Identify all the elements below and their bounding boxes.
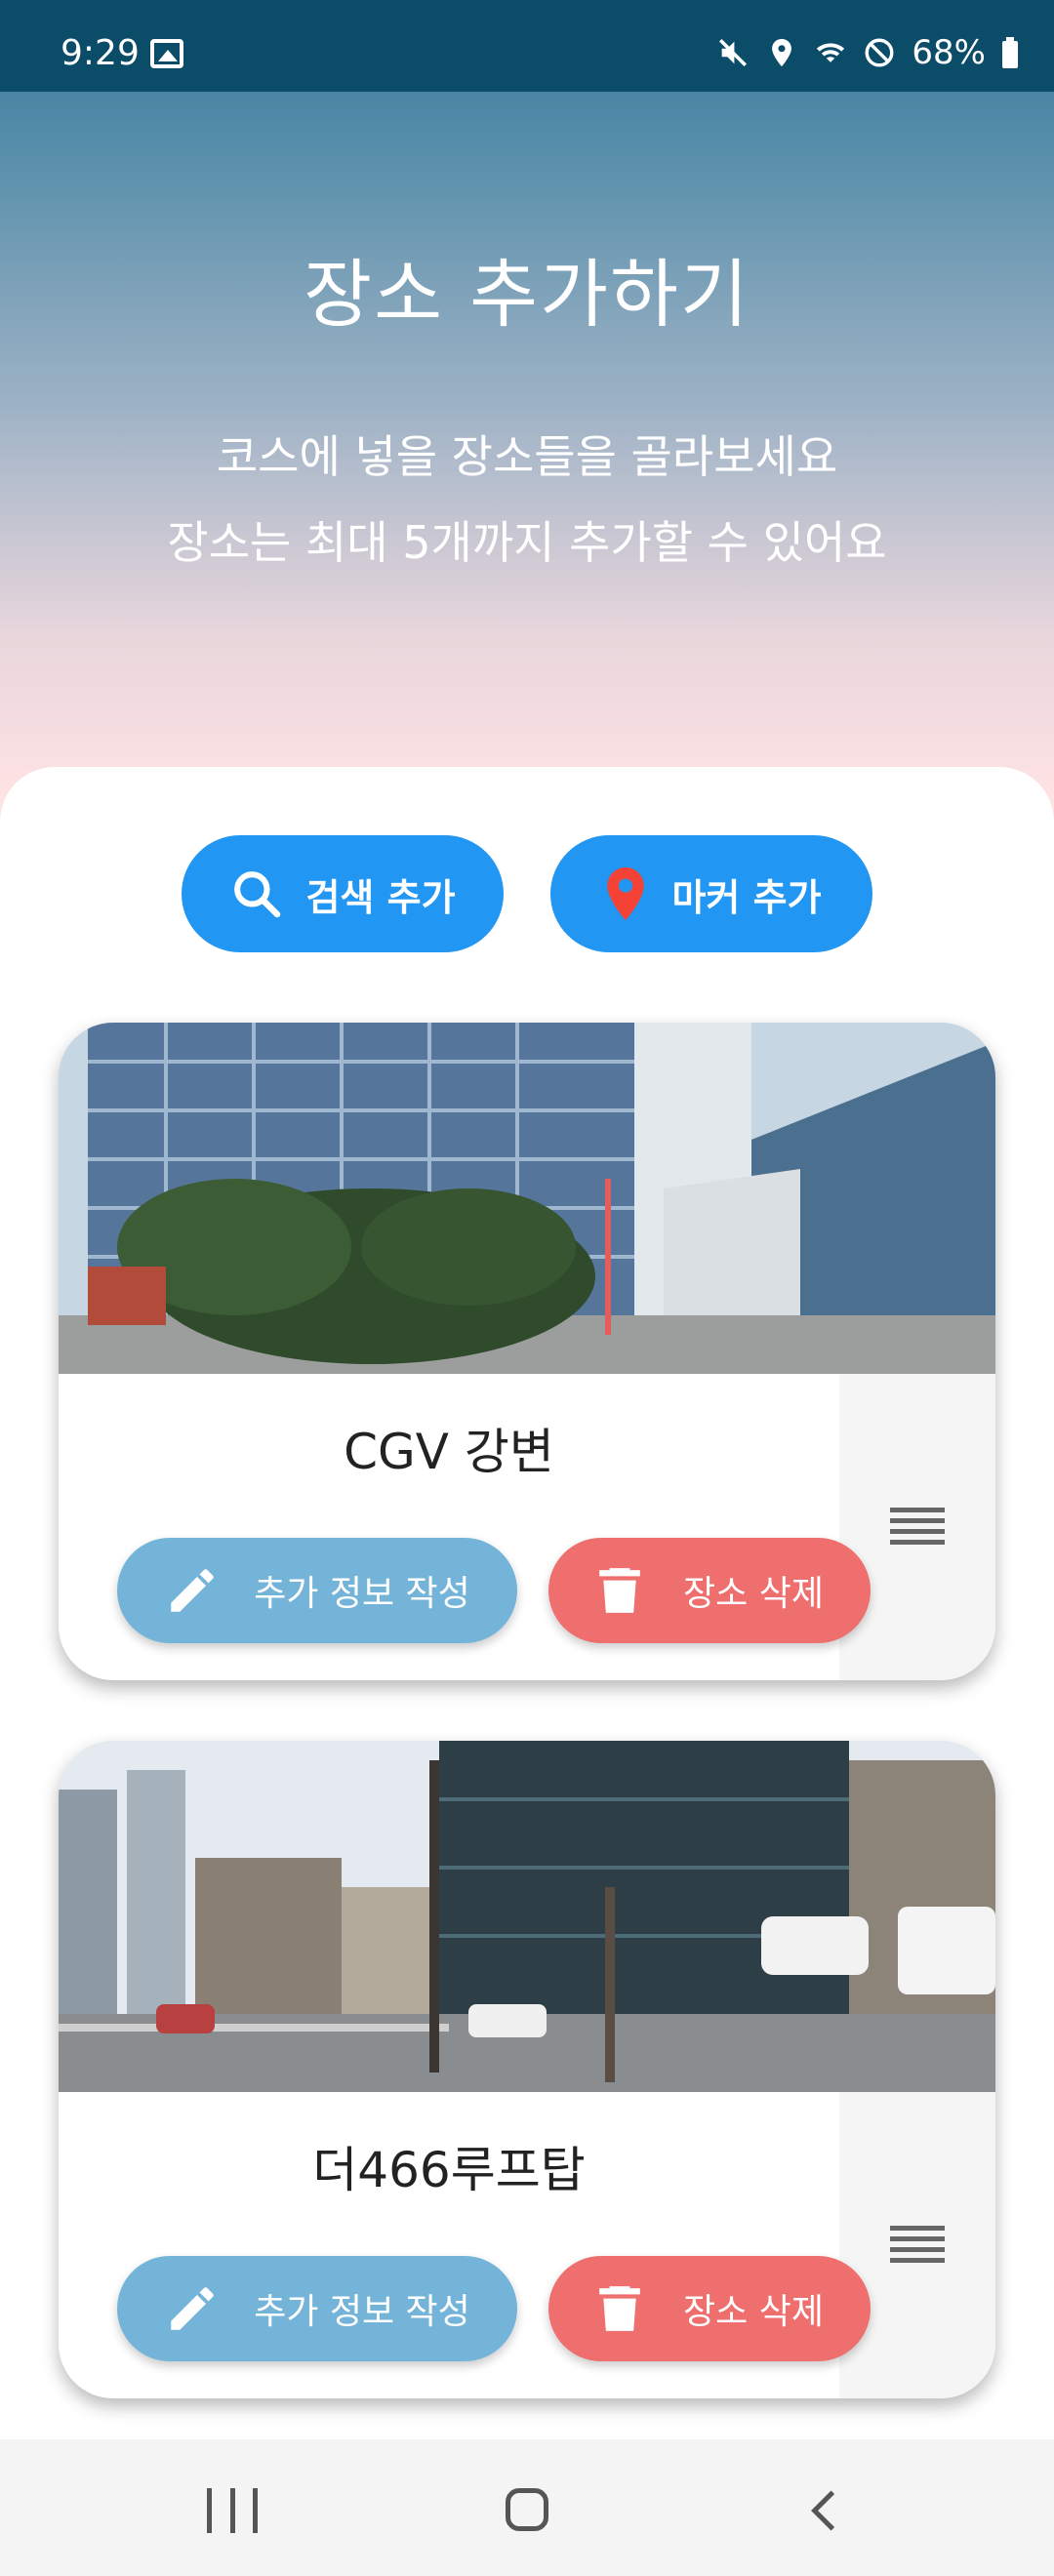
home-icon[interactable]: [506, 2488, 548, 2531]
location-icon: [772, 38, 792, 67]
status-time: 9:29: [61, 33, 140, 73]
drag-handle[interactable]: [839, 2092, 995, 2398]
delete-place-button[interactable]: 장소 삭제: [548, 1538, 871, 1643]
pencil-icon: [171, 1569, 214, 1612]
trash-icon: [599, 2286, 640, 2331]
drag-handle-icon: [890, 1508, 945, 1545]
place-card[interactable]: 더466루프탑 추가 정보 작성 장소 삭제: [59, 1741, 995, 2398]
place-name: CGV 강변: [344, 1424, 554, 1480]
battery-percent: 68%: [912, 33, 986, 72]
status-bar: 9:29 68%: [0, 0, 1054, 92]
place-card[interactable]: CGV 강변 추가 정보 작성 장소 삭제: [59, 1023, 995, 1680]
page-subtitle-line2: 장소는 최대 5개까지 추가할 수 있어요: [167, 516, 887, 569]
search-add-button[interactable]: 검색 추가: [182, 835, 504, 952]
gallery-notification-icon: [150, 39, 183, 68]
marker-add-button[interactable]: 마커 추가: [550, 835, 872, 952]
delete-place-label: 장소 삭제: [683, 2292, 824, 2332]
search-add-label: 검색 추가: [305, 875, 456, 919]
mute-icon: [719, 38, 748, 67]
add-info-label: 추가 정보 작성: [254, 2292, 470, 2332]
wifi-icon: [817, 43, 845, 62]
pencil-icon: [171, 2287, 214, 2330]
page-subtitle-line1: 코스에 넣을 장소들을 골라보세요: [216, 430, 838, 483]
drag-handle-icon: [890, 2226, 945, 2263]
delete-place-button[interactable]: 장소 삭제: [548, 2256, 871, 2361]
add-info-button[interactable]: 추가 정보 작성: [117, 1538, 517, 1643]
place-photo: [59, 1023, 995, 1374]
search-icon: [234, 871, 281, 918]
system-nav-bar: [0, 2439, 1054, 2576]
add-info-label: 추가 정보 작성: [254, 1574, 470, 1614]
location-pin-icon: [607, 866, 645, 921]
back-icon[interactable]: [800, 2486, 849, 2535]
delete-place-label: 장소 삭제: [683, 1574, 824, 1614]
place-name: 더466루프탑: [312, 2142, 586, 2198]
do-not-disturb-icon: [865, 38, 894, 67]
drag-handle[interactable]: [839, 1374, 995, 1680]
page-title: 장소 추가하기: [304, 251, 750, 338]
add-info-button[interactable]: 추가 정보 작성: [117, 2256, 517, 2361]
marker-add-label: 마커 추가: [671, 875, 822, 919]
status-icons: 68%: [716, 33, 1019, 72]
battery-icon: [1002, 37, 1018, 68]
recent-apps-icon[interactable]: [207, 2488, 258, 2533]
place-photo: [59, 1741, 995, 2092]
trash-icon: [599, 1568, 640, 1613]
